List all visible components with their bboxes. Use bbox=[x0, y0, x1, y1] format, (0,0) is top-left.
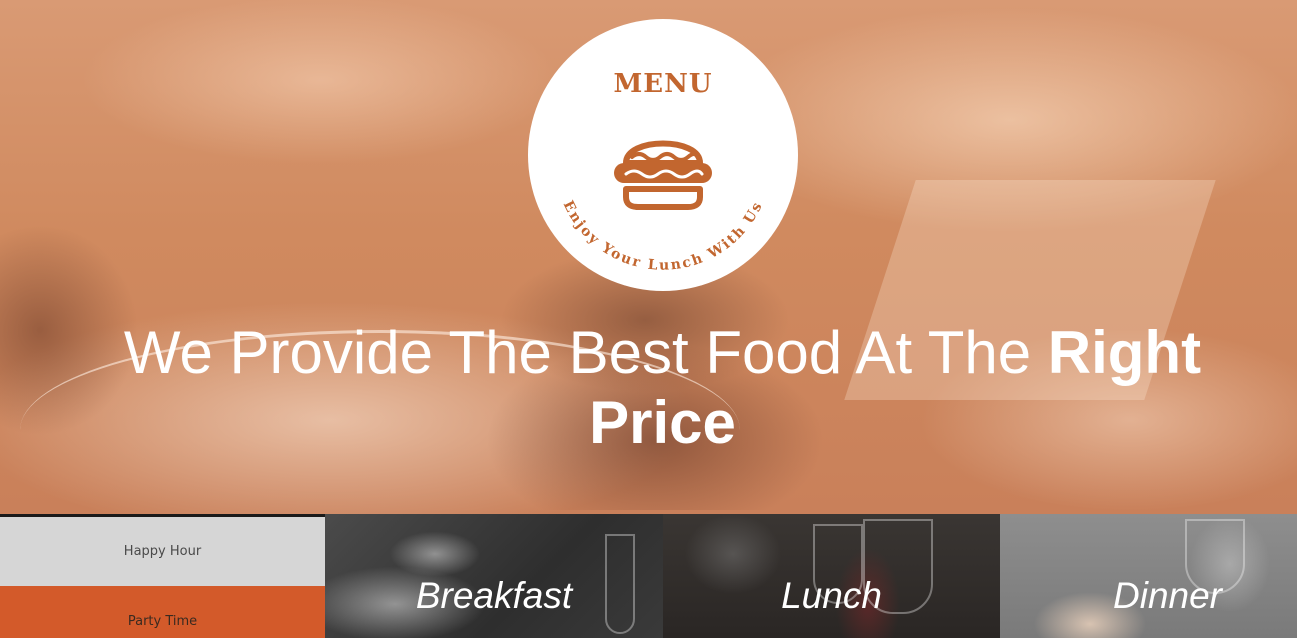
menu-badge: MENU Enjoy Your Lunch With Us bbox=[528, 19, 798, 291]
badge-tagline: Enjoy Your Lunch With Us bbox=[560, 198, 765, 274]
side-item-label: Happy Hour bbox=[123, 544, 202, 559]
side-item-label: Party Time bbox=[127, 613, 198, 629]
tile-label: Breakfast bbox=[415, 575, 573, 616]
menu-categories: Happy Hour Party Time Breakfast Lunch Di… bbox=[0, 514, 1297, 638]
tile-lunch[interactable]: Lunch bbox=[663, 514, 1000, 638]
hero-section: MENU Enjoy Your Lunch With Us We Provide… bbox=[0, 0, 1297, 514]
hero-headline: We Provide The Best Food At The Right Pr… bbox=[60, 318, 1265, 458]
tile-label: Dinner bbox=[1113, 575, 1222, 616]
svg-text:Enjoy Your Lunch With Us: Enjoy Your Lunch With Us bbox=[560, 198, 767, 274]
side-item-party-time[interactable]: Party Time bbox=[0, 586, 325, 638]
glass-decoration bbox=[605, 534, 635, 634]
side-menu: Happy Hour Party Time bbox=[0, 514, 325, 638]
tile-breakfast[interactable]: Breakfast bbox=[325, 514, 663, 638]
badge-tagline-arc: Enjoy Your Lunch With Us bbox=[560, 198, 767, 274]
tile-dinner[interactable]: Dinner bbox=[1000, 514, 1297, 638]
headline-regular: We Provide The Best Food At The bbox=[123, 319, 1048, 386]
side-item-happy-hour[interactable]: Happy Hour bbox=[0, 517, 325, 586]
tile-label: Lunch bbox=[781, 575, 882, 616]
